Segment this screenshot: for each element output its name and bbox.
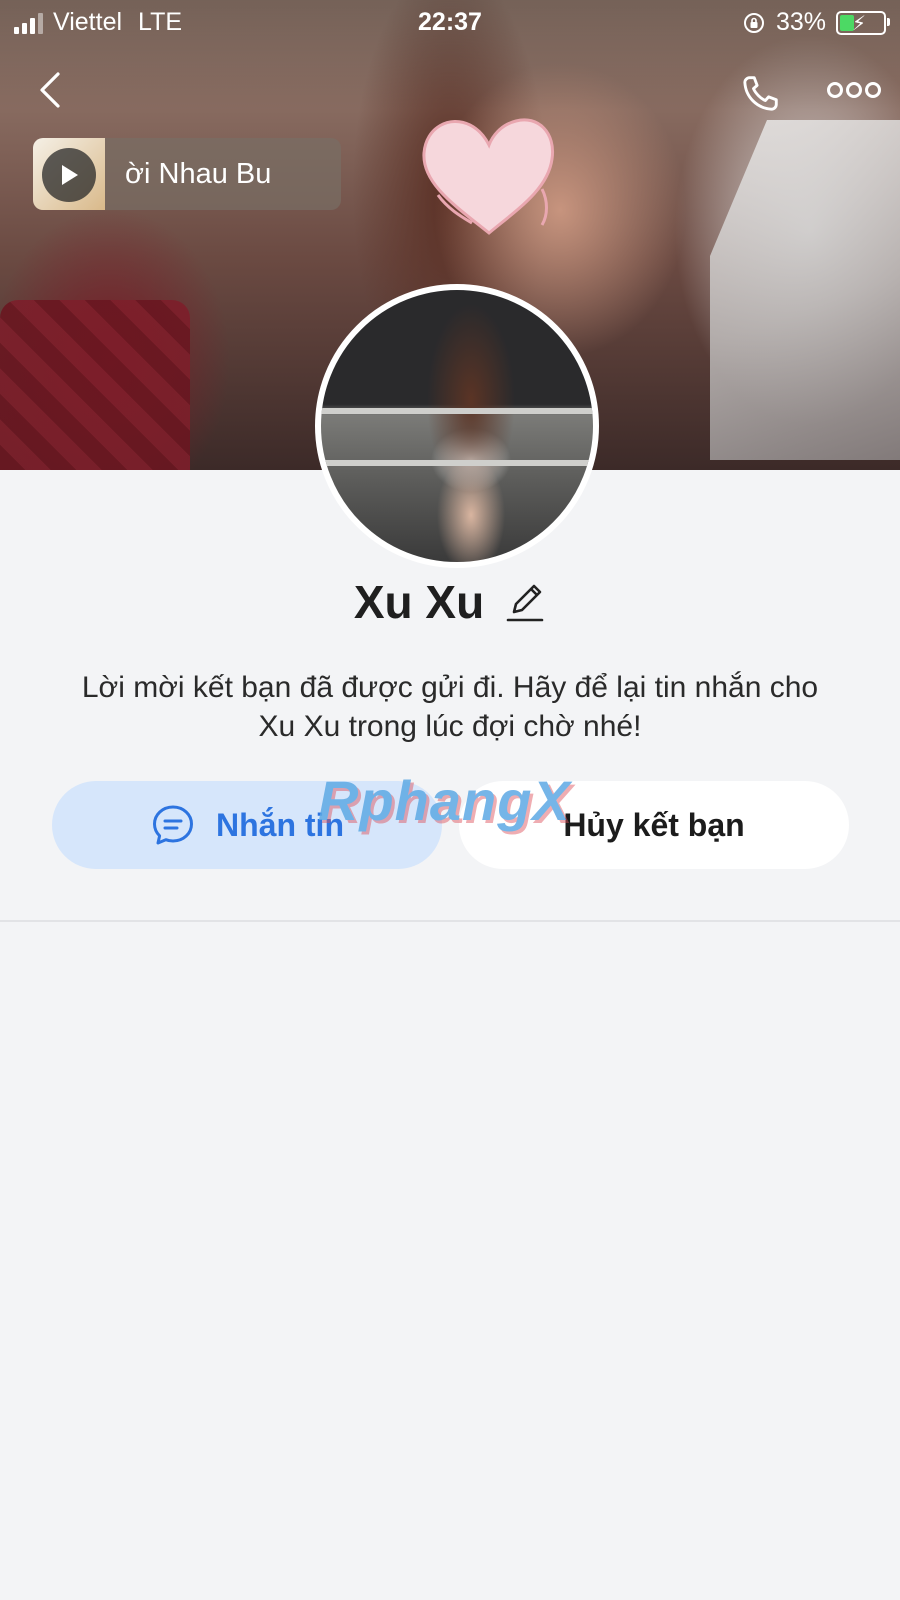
cover-photo-background-decor <box>710 120 900 460</box>
phone-icon <box>743 76 778 111</box>
heart-sticker-icon <box>422 118 555 235</box>
status-bar: Viettel LTE 22:37 33% ⚡ <box>0 0 900 44</box>
play-icon <box>62 165 78 185</box>
call-button[interactable] <box>732 66 788 122</box>
back-button[interactable] <box>28 68 72 112</box>
music-title: ời Nhau Bu <box>125 157 272 190</box>
more-button[interactable] <box>822 70 886 110</box>
chevron-left-icon <box>40 72 60 108</box>
section-divider <box>0 920 900 922</box>
friend-request-message: Lời mời kết bạn đã được gửi đi. Hãy để l… <box>81 671 819 743</box>
battery-percent: 33% <box>775 8 826 36</box>
play-button[interactable] <box>42 148 96 202</box>
cancel-friend-label: Hủy kết bạn <box>563 806 745 843</box>
cover-photo-handbag <box>0 300 190 470</box>
profile-name-row: Xu Xu <box>0 575 900 629</box>
profile-music-widget[interactable]: ời Nhau Bu <box>33 138 341 210</box>
status-right: 33% ⚡ <box>742 8 890 37</box>
more-horizontal-icon <box>827 82 881 98</box>
battery-icon: ⚡ <box>836 10 890 35</box>
avatar[interactable] <box>315 284 599 568</box>
avatar-railing <box>321 408 593 414</box>
music-thumbnail <box>33 138 105 210</box>
avatar-railing-lower <box>321 460 593 466</box>
chat-bubble-icon <box>153 805 193 845</box>
pencil-icon[interactable] <box>504 580 546 624</box>
watermark: RphangX <box>318 769 571 832</box>
orientation-lock-icon <box>743 12 764 33</box>
profile-name: Xu Xu <box>353 576 485 628</box>
